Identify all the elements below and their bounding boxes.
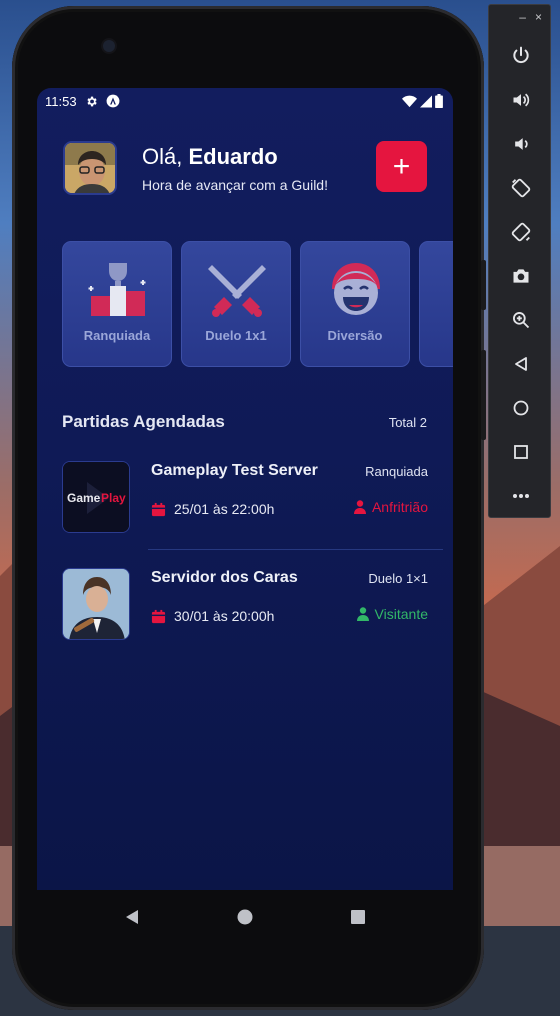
match-divider bbox=[148, 549, 443, 550]
home-icon[interactable] bbox=[237, 909, 253, 925]
notification-a-icon bbox=[106, 94, 119, 108]
power-icon bbox=[512, 46, 529, 64]
category-duelo[interactable]: Duelo 1x1 bbox=[181, 241, 291, 367]
user-name: Eduardo bbox=[188, 144, 278, 169]
volume-up-icon bbox=[513, 93, 529, 107]
match-date: 30/01 às 20:00h bbox=[151, 608, 274, 624]
section-total: Total 2 bbox=[388, 415, 427, 430]
match-type: Ranquiada bbox=[365, 464, 428, 479]
match-name: Gameplay Test Server bbox=[151, 462, 318, 479]
rotate-right-button[interactable] bbox=[489, 217, 552, 247]
volume-hardware-button bbox=[481, 350, 486, 440]
zoom-button[interactable] bbox=[489, 305, 552, 335]
zoom-icon bbox=[512, 312, 529, 329]
match-card[interactable]: Game Play Gameplay Test Server Ranquiada… bbox=[62, 461, 443, 533]
front-camera bbox=[103, 40, 115, 52]
add-match-button[interactable]: + bbox=[376, 141, 427, 192]
more-button[interactable] bbox=[489, 481, 552, 511]
laughing-face-icon bbox=[332, 263, 380, 315]
user-avatar[interactable] bbox=[63, 141, 117, 195]
camera-icon bbox=[513, 269, 528, 283]
match-date: 25/01 às 22:00h bbox=[151, 501, 274, 517]
match-role: Anfritrião bbox=[353, 499, 428, 515]
category-label: Duelo 1x1 bbox=[205, 328, 267, 343]
settings-icon bbox=[86, 96, 97, 106]
greeting-prefix: Olá, bbox=[142, 144, 189, 169]
match-type: Duelo 1×1 bbox=[368, 571, 428, 586]
match-thumbnail: Game Play bbox=[62, 461, 130, 533]
partial-category-icon bbox=[442, 259, 453, 323]
greeting: Olá, Eduardo bbox=[142, 144, 278, 170]
category-label: Ranquiada bbox=[83, 328, 151, 343]
volume-down-button[interactable] bbox=[489, 129, 552, 159]
calendar-icon bbox=[151, 502, 166, 516]
toolbar-window-controls: – × bbox=[489, 5, 550, 27]
toolbar-overview-button[interactable] bbox=[489, 437, 552, 467]
match-date-text: 25/01 às 22:00h bbox=[174, 501, 275, 517]
signal-icon bbox=[420, 95, 432, 107]
phone-screen: 11:53 Olá, Eduardo Hora de avançar com a… bbox=[37, 88, 453, 890]
match-thumbnail bbox=[62, 568, 130, 640]
greeting-subtitle: Hora de avançar com a Guild! bbox=[142, 177, 328, 193]
rotate-right-icon bbox=[511, 222, 530, 242]
category-diversao[interactable]: Diversão bbox=[300, 241, 410, 367]
svg-text:Game: Game bbox=[67, 491, 101, 505]
match-card[interactable]: Servidor dos Caras Duelo 1×1 30/01 às 20… bbox=[62, 568, 443, 640]
match-role-text: Anfritrião bbox=[371, 499, 428, 515]
rotate-left-icon bbox=[511, 178, 530, 198]
category-ranquiada[interactable]: Ranquiada bbox=[62, 241, 172, 367]
back-icon[interactable] bbox=[124, 909, 140, 925]
home-outline-icon bbox=[513, 400, 528, 416]
toolbar-home-button[interactable] bbox=[489, 393, 552, 423]
status-bar: 11:53 bbox=[37, 88, 453, 114]
minimize-button[interactable]: – bbox=[519, 10, 526, 27]
rotate-left-button[interactable] bbox=[489, 173, 552, 203]
category-list: Ranquiada Duelo 1x1 Diversão bbox=[62, 241, 453, 367]
overview-outline-icon bbox=[513, 445, 528, 459]
section-title: Partidas Agendadas bbox=[62, 412, 225, 431]
user-icon bbox=[353, 500, 366, 514]
volume-up-button[interactable] bbox=[489, 85, 552, 115]
crossed-swords-icon bbox=[208, 265, 266, 317]
category-label: Diversão bbox=[327, 328, 383, 343]
category-partial[interactable] bbox=[419, 241, 453, 367]
screenshot-button[interactable] bbox=[489, 261, 552, 291]
wifi-icon bbox=[402, 95, 417, 107]
volume-down-icon bbox=[514, 138, 528, 150]
status-time: 11:53 bbox=[45, 93, 77, 109]
back-outline-icon bbox=[514, 357, 527, 371]
avatar-photo bbox=[65, 143, 115, 193]
power-button[interactable] bbox=[489, 41, 552, 71]
match-role: Visitante bbox=[356, 606, 428, 622]
match-date-text: 30/01 às 20:00h bbox=[174, 608, 275, 624]
calendar-icon bbox=[151, 609, 166, 623]
emulator-toolbar: – × bbox=[488, 4, 551, 518]
gameplay-logo: Game Play bbox=[63, 462, 129, 532]
close-button[interactable]: × bbox=[535, 10, 542, 27]
recents-icon[interactable] bbox=[350, 909, 366, 925]
match-name: Servidor dos Caras bbox=[151, 569, 298, 586]
match-role-text: Visitante bbox=[374, 606, 428, 622]
svg-text:Play: Play bbox=[101, 491, 126, 505]
toolbar-back-button[interactable] bbox=[489, 349, 552, 379]
podium-icon bbox=[88, 263, 146, 316]
more-dots-icon bbox=[512, 494, 529, 498]
user-icon bbox=[356, 607, 369, 621]
android-nav-bar bbox=[37, 890, 453, 944]
battery-icon bbox=[435, 94, 443, 108]
power-hardware-button bbox=[481, 260, 486, 310]
server-avatar-photo bbox=[63, 569, 129, 639]
